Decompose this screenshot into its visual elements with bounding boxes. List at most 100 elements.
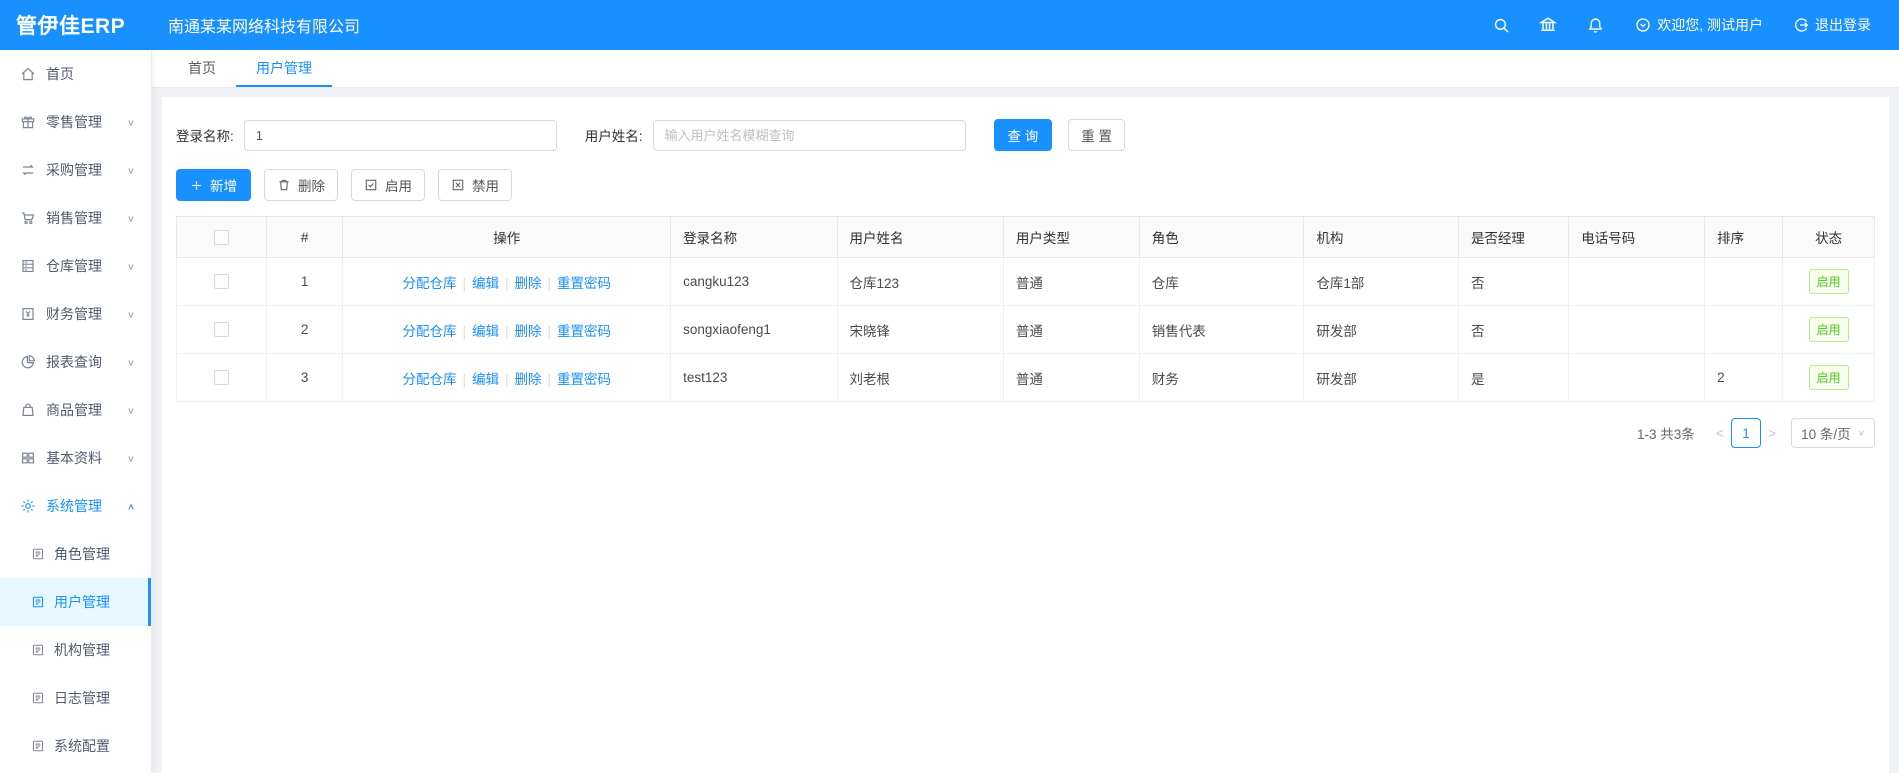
chevron-down-icon: ∨ — [126, 165, 135, 176]
tab-home[interactable]: 首页 — [168, 50, 236, 87]
reset-password-link[interactable]: 重置密码 — [557, 372, 611, 387]
app-logo: 管伊佳ERP — [16, 15, 126, 38]
logout-button[interactable]: 退出登录 — [1793, 15, 1871, 35]
cart-icon — [21, 212, 35, 225]
chevron-down-icon: ∨ — [126, 453, 135, 464]
edit-link[interactable]: 编辑 — [472, 276, 499, 291]
row-index: 2 — [265, 305, 344, 354]
bank-icon[interactable] — [1538, 15, 1558, 35]
col-index: # — [265, 216, 344, 258]
assign-warehouse-link[interactable]: 分配仓库 — [402, 324, 456, 339]
reset-password-link[interactable]: 重置密码 — [557, 276, 611, 291]
assign-warehouse-link[interactable]: 分配仓库 — [402, 276, 456, 291]
sidebar-item-reports[interactable]: 报表查询 ∨ — [0, 338, 151, 386]
sidebar-item-home[interactable]: 首页 — [0, 50, 151, 98]
x-square-icon — [452, 179, 464, 191]
document-icon — [32, 548, 44, 560]
row-checkbox[interactable] — [213, 322, 229, 338]
cell-type: 普通 — [1002, 257, 1140, 306]
sidebar-item-warehouse[interactable]: 仓库管理 ∨ — [0, 242, 151, 290]
disable-button[interactable]: 禁用 — [438, 169, 512, 201]
grid-icon — [21, 452, 35, 464]
col-org: 机构 — [1303, 216, 1459, 258]
table-row: 3 分配仓库 | 编辑 | 删除 | 重置密码 test123 刘老根 普通 财务 研发部 … — [176, 353, 1875, 402]
table-toolbar: 新增 删除 启用 禁用 — [176, 169, 1875, 201]
company-name: 南通某某网络科技有限公司 — [168, 19, 361, 36]
col-manager: 是否经理 — [1457, 216, 1570, 258]
cell-phone — [1568, 353, 1706, 402]
sidebar-subitem-user[interactable]: 用户管理 — [0, 578, 151, 626]
chevron-down-icon: ∨ — [126, 405, 135, 416]
reset-password-link[interactable]: 重置密码 — [557, 324, 611, 339]
search-icon[interactable] — [1491, 15, 1511, 35]
sidebar-item-purchase[interactable]: 采购管理 ∨ — [0, 146, 151, 194]
delete-link[interactable]: 删除 — [515, 324, 542, 339]
next-page-button[interactable]: > — [1761, 425, 1783, 441]
gear-icon — [21, 499, 35, 513]
warehouse-icon — [22, 259, 34, 273]
sidebar-item-products[interactable]: 商品管理 ∨ — [0, 386, 151, 434]
users-table: # 操作 登录名称 用户姓名 用户类型 角色 机构 是否经理 电话号码 排序 状 — [176, 216, 1875, 402]
cell-phone — [1568, 305, 1706, 354]
cell-org: 研发部 — [1303, 353, 1459, 402]
main-area: 首页 用户管理 登录名称: 用户姓名: 查 询 重 置 — [152, 50, 1899, 773]
chevron-up-icon: ∧ — [126, 501, 135, 512]
sidebar-subitem-org[interactable]: 机构管理 — [0, 626, 151, 674]
cell-role: 仓库 — [1138, 257, 1305, 306]
edit-link[interactable]: 编辑 — [472, 372, 499, 387]
cell-role: 销售代表 — [1138, 305, 1305, 354]
edit-link[interactable]: 编辑 — [472, 324, 499, 339]
sidebar-subitem-role[interactable]: 角色管理 — [0, 530, 151, 578]
login-name-input[interactable] — [243, 119, 557, 151]
user-name-input[interactable] — [652, 119, 966, 151]
sidebar-subitem-config[interactable]: 系统配置 — [0, 722, 151, 770]
sidebar-item-sales[interactable]: 销售管理 ∨ — [0, 194, 151, 242]
table-header-row: # 操作 登录名称 用户姓名 用户类型 角色 机构 是否经理 电话号码 排序 状 — [176, 216, 1875, 258]
table-row: 2 分配仓库 | 编辑 | 删除 | 重置密码 songxiaofeng1 宋晓锋 普通 销… — [176, 305, 1875, 354]
plus-icon — [192, 180, 201, 190]
chevron-down-icon: ∨ — [126, 309, 135, 320]
cell-name: 仓库123 — [836, 257, 1004, 306]
delete-link[interactable]: 删除 — [515, 372, 542, 387]
tab-user-management[interactable]: 用户管理 — [236, 50, 332, 87]
cell-name: 宋晓锋 — [836, 305, 1004, 354]
chevron-down-icon: ∨ — [126, 213, 135, 224]
delete-button[interactable]: 删除 — [264, 169, 338, 201]
user-name-label: 用户姓名: — [584, 129, 643, 144]
sidebar-item-finance[interactable]: 财务管理 ∨ — [0, 290, 151, 338]
cell-manager: 是 — [1457, 353, 1570, 402]
cell-phone — [1568, 257, 1706, 306]
document-icon — [32, 692, 44, 704]
delete-link[interactable]: 删除 — [515, 276, 542, 291]
col-name: 用户姓名 — [836, 216, 1004, 258]
cell-type: 普通 — [1002, 305, 1140, 354]
welcome-text: 欢迎您, 测试用户 — [1657, 17, 1763, 33]
current-page-button[interactable]: 1 — [1730, 418, 1761, 448]
reset-button[interactable]: 重 置 — [1068, 119, 1126, 151]
row-checkbox[interactable] — [213, 274, 229, 290]
logout-text: 退出登录 — [1815, 17, 1871, 33]
prev-page-button[interactable]: < — [1709, 425, 1731, 441]
cell-sort: 2 — [1704, 353, 1784, 402]
bell-icon[interactable] — [1585, 15, 1605, 35]
col-actions: 操作 — [342, 216, 672, 258]
status-badge: 启用 — [1808, 365, 1849, 390]
assign-warehouse-link[interactable]: 分配仓库 — [402, 372, 456, 387]
sidebar-item-basicdata[interactable]: 基本资料 ∨ — [0, 434, 151, 482]
chevron-down-icon: ∨ — [1857, 428, 1865, 438]
sidebar-item-retail[interactable]: 零售管理 ∨ — [0, 98, 151, 146]
sidebar-item-system[interactable]: 系统管理 ∧ — [0, 482, 151, 530]
sidebar-subitem-log[interactable]: 日志管理 — [0, 674, 151, 722]
select-all-checkbox[interactable] — [213, 229, 229, 245]
cell-role: 财务 — [1138, 353, 1305, 402]
enable-button[interactable]: 启用 — [351, 169, 425, 201]
row-checkbox[interactable] — [213, 370, 229, 386]
cell-sort — [1704, 305, 1784, 354]
pie-chart-icon — [21, 354, 36, 369]
search-button[interactable]: 查 询 — [993, 119, 1053, 151]
add-button[interactable]: 新增 — [176, 169, 251, 201]
user-welcome-dropdown[interactable]: 欢迎您, 测试用户 — [1635, 15, 1763, 35]
cell-name: 刘老根 — [836, 353, 1004, 402]
col-phone: 电话号码 — [1568, 216, 1706, 258]
page-size-select[interactable]: 10 条/页 ∨ — [1791, 418, 1875, 448]
